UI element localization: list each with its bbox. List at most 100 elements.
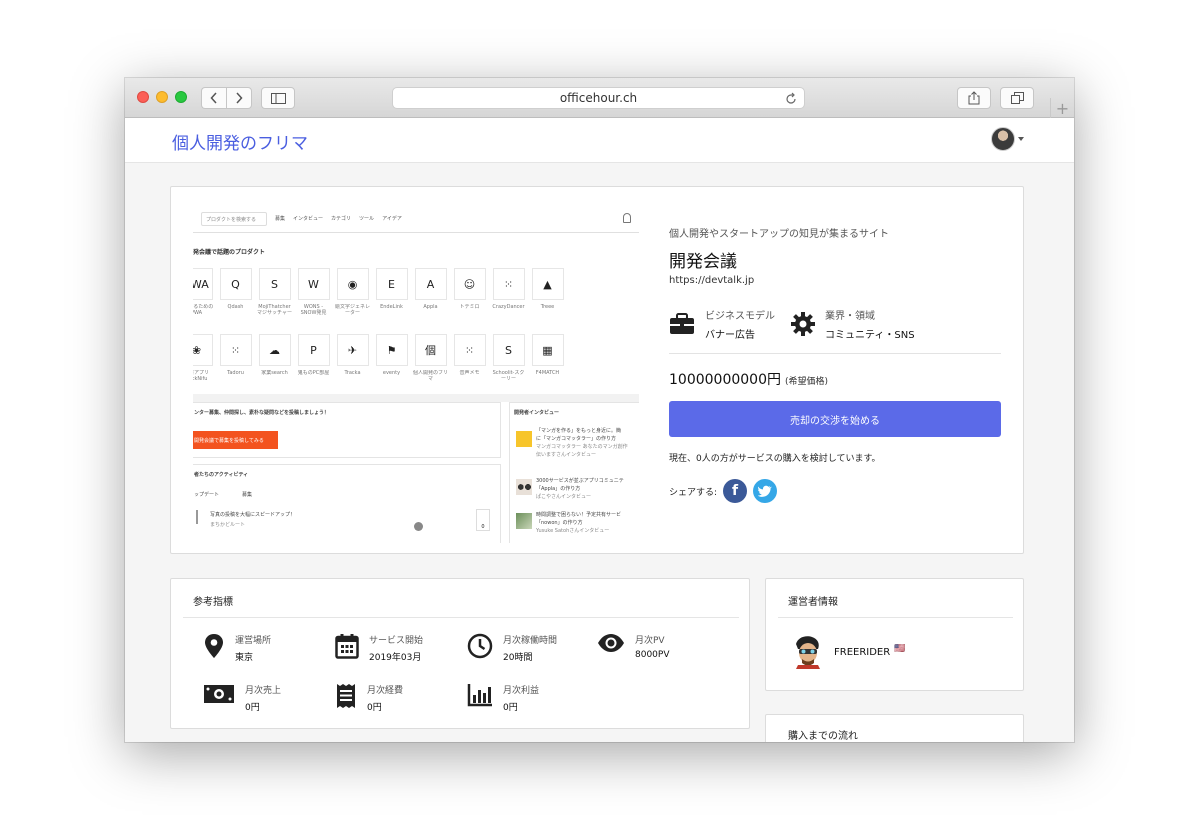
maximize-window-button[interactable] bbox=[175, 91, 187, 103]
preview-app-item: S Schoolit-スクーリー bbox=[489, 334, 528, 382]
preview-app-icon: ⁙ bbox=[453, 334, 486, 366]
reload-icon[interactable] bbox=[785, 91, 797, 105]
user-menu[interactable] bbox=[991, 127, 1024, 151]
preview-app-icon: ⁙ bbox=[492, 268, 525, 300]
preview-recruit-button: 開発会議で募集を投稿してみる bbox=[193, 431, 278, 449]
metric-label: 月次売上 bbox=[245, 686, 282, 696]
project-url-link[interactable]: https://devtalk.jp bbox=[669, 275, 754, 286]
price-value: 10000000000円 bbox=[669, 372, 781, 388]
chevron-right-icon bbox=[236, 92, 243, 104]
preview-app-icon: ⁙ bbox=[219, 334, 252, 366]
preview-activity-title: 者たちのアクティビティ bbox=[194, 472, 249, 478]
twitter-share-button[interactable] bbox=[753, 479, 778, 503]
metric-value: 0円 bbox=[367, 703, 382, 713]
url-text: officehour.ch bbox=[559, 91, 638, 105]
purchase-flow-card: 購入までの流れ bbox=[765, 714, 1024, 742]
preview-nav-item: ツール bbox=[359, 216, 375, 222]
close-window-button[interactable] bbox=[137, 91, 149, 103]
new-tab-button[interactable]: + bbox=[1050, 98, 1074, 118]
metric-location: 運営場所 東京 bbox=[203, 633, 271, 663]
preview-recruit-title: ンター募集、仲間探し、素朴な疑問などを投稿しましょう！ bbox=[194, 410, 330, 416]
preview-interview-line: 「Appla」の作り方 bbox=[536, 486, 581, 492]
metric-label: 月次PV bbox=[635, 636, 665, 646]
plus-icon: + bbox=[1055, 98, 1070, 118]
preview-app-item: ✈ Tracka bbox=[333, 334, 372, 382]
metric-label: 月次経費 bbox=[367, 686, 404, 696]
preview-interview-thumb bbox=[516, 513, 532, 529]
project-tagline: 個人開発やスタートアップの知見が集まるサイト bbox=[669, 229, 889, 240]
metric-label: 月次稼働時間 bbox=[503, 636, 558, 646]
preview-app-label: 個人開発のフリマ bbox=[412, 370, 448, 382]
owner-avatar[interactable] bbox=[792, 635, 824, 669]
preview-app-item: ⁙ Tadoru bbox=[216, 334, 255, 382]
minimize-window-button[interactable] bbox=[156, 91, 168, 103]
preview-app-label: Appla bbox=[423, 304, 438, 310]
metric-value: 東京 bbox=[235, 653, 254, 663]
forward-button[interactable] bbox=[226, 87, 252, 109]
metric-label: サービス開始 bbox=[369, 636, 424, 646]
receipt-icon bbox=[337, 684, 355, 708]
share-page-button[interactable] bbox=[957, 87, 991, 109]
preview-app-label: トテミロ bbox=[459, 304, 480, 310]
preview-activity-count: 0 bbox=[481, 524, 485, 530]
preview-interview-line: ぱこやさんインタビュー bbox=[536, 494, 592, 500]
preview-app-item: ❀ 文書アプリ backNifu bbox=[193, 334, 216, 382]
share-label: シェアする: bbox=[669, 487, 718, 498]
bar-chart-icon bbox=[467, 684, 492, 707]
preview-interview-thumb bbox=[516, 431, 532, 447]
preview-activity-box: 者たちのアクティビティ ップデート 募集 写真の投稿を大幅にスピードアップ！ ま… bbox=[193, 464, 501, 543]
purchase-flow-title: 購入までの流れ bbox=[788, 731, 858, 742]
preview-app-icon: Q bbox=[219, 268, 252, 300]
caret-down-icon bbox=[1018, 137, 1024, 141]
start-negotiation-button[interactable]: 売却の交渉を始める bbox=[669, 401, 1001, 437]
preview-search: プロダクトを検索する bbox=[201, 212, 267, 226]
preview-app-item: 個個人開発のフリマ bbox=[411, 334, 450, 382]
project-screenshot[interactable]: プロダクトを検索する 募集 インタビュー カテゴリ ツール アイデア 発会議で話… bbox=[193, 207, 639, 543]
metric-value: 8000PV bbox=[635, 650, 670, 660]
preview-interview-box: 開発者インタビュー 「マンガを作る」をもっと身近に。簡 に「マンガコマッタラー」… bbox=[509, 402, 639, 543]
owner-title: 運営者情報 bbox=[788, 597, 838, 608]
preview-interview-line: 時間調整で困らない！予定共有サービ bbox=[536, 512, 622, 518]
preview-activity-item: 写真の投稿を大幅にスピードアップ！ bbox=[210, 512, 296, 518]
preview-app-label: 家業search bbox=[261, 370, 288, 376]
preview-activity-counter: 0 bbox=[476, 509, 490, 531]
gear-icon bbox=[791, 312, 815, 336]
preview-activity-col: ップデート bbox=[194, 492, 220, 498]
preview-app-icon: ❀ bbox=[193, 334, 213, 366]
business-model-label: ビジネスモデル bbox=[705, 311, 775, 322]
preview-app-label: F4MATCH bbox=[535, 370, 560, 376]
chevron-left-icon bbox=[210, 92, 217, 104]
preview-nav-item: アイデア bbox=[382, 216, 402, 222]
location-icon bbox=[205, 634, 223, 658]
preview-nav-item: インタビュー bbox=[293, 216, 324, 222]
address-bar[interactable]: officehour.ch bbox=[392, 87, 805, 109]
project-card: プロダクトを検索する 募集 インタビュー カテゴリ ツール アイデア 発会議で話… bbox=[170, 186, 1024, 554]
preview-app-item: ▲ Treee bbox=[528, 268, 567, 316]
preview-app-item: ☺ トテミロ bbox=[450, 268, 489, 316]
preview-app-label: 鬼ものPC部屋 bbox=[297, 370, 330, 376]
preview-nav-item: 募集 bbox=[275, 216, 286, 222]
preview-cursor-dot bbox=[414, 522, 423, 531]
industry: 業界・領域 コミュニティ・SNS bbox=[791, 307, 915, 341]
card-divider bbox=[778, 617, 1013, 618]
preview-activity-col: 募集 bbox=[242, 492, 253, 498]
avatar[interactable] bbox=[991, 127, 1015, 151]
owner-profile-link[interactable]: FREERIDER 🇺🇸 bbox=[792, 635, 905, 669]
back-button[interactable] bbox=[201, 87, 226, 109]
preview-app-label: Aを作るためのPWA bbox=[193, 304, 214, 316]
preview-app-icon: ◉ bbox=[336, 268, 369, 300]
preview-app-icon: PWA bbox=[193, 268, 213, 300]
facebook-share-button[interactable]: f bbox=[723, 479, 748, 503]
preview-section-title: 発会議で話題のプロダクト bbox=[193, 249, 266, 256]
briefcase-icon bbox=[670, 313, 694, 334]
preview-app-icon: E bbox=[375, 268, 408, 300]
preview-app-label: 絵文字ジェネレーター bbox=[334, 304, 370, 316]
metric-monthly-expenses: 月次経費 0円 bbox=[335, 683, 403, 713]
preview-app-icon: S bbox=[258, 268, 291, 300]
preview-activity-icon bbox=[196, 510, 204, 524]
preview-app-item: ▦ F4MATCH bbox=[528, 334, 567, 382]
site-brand-link[interactable]: 個人開発のフリマ bbox=[172, 129, 308, 154]
tabs-overview-button[interactable] bbox=[1000, 87, 1034, 109]
sidebar-toggle-button[interactable] bbox=[261, 87, 295, 109]
eye-icon bbox=[598, 634, 624, 652]
